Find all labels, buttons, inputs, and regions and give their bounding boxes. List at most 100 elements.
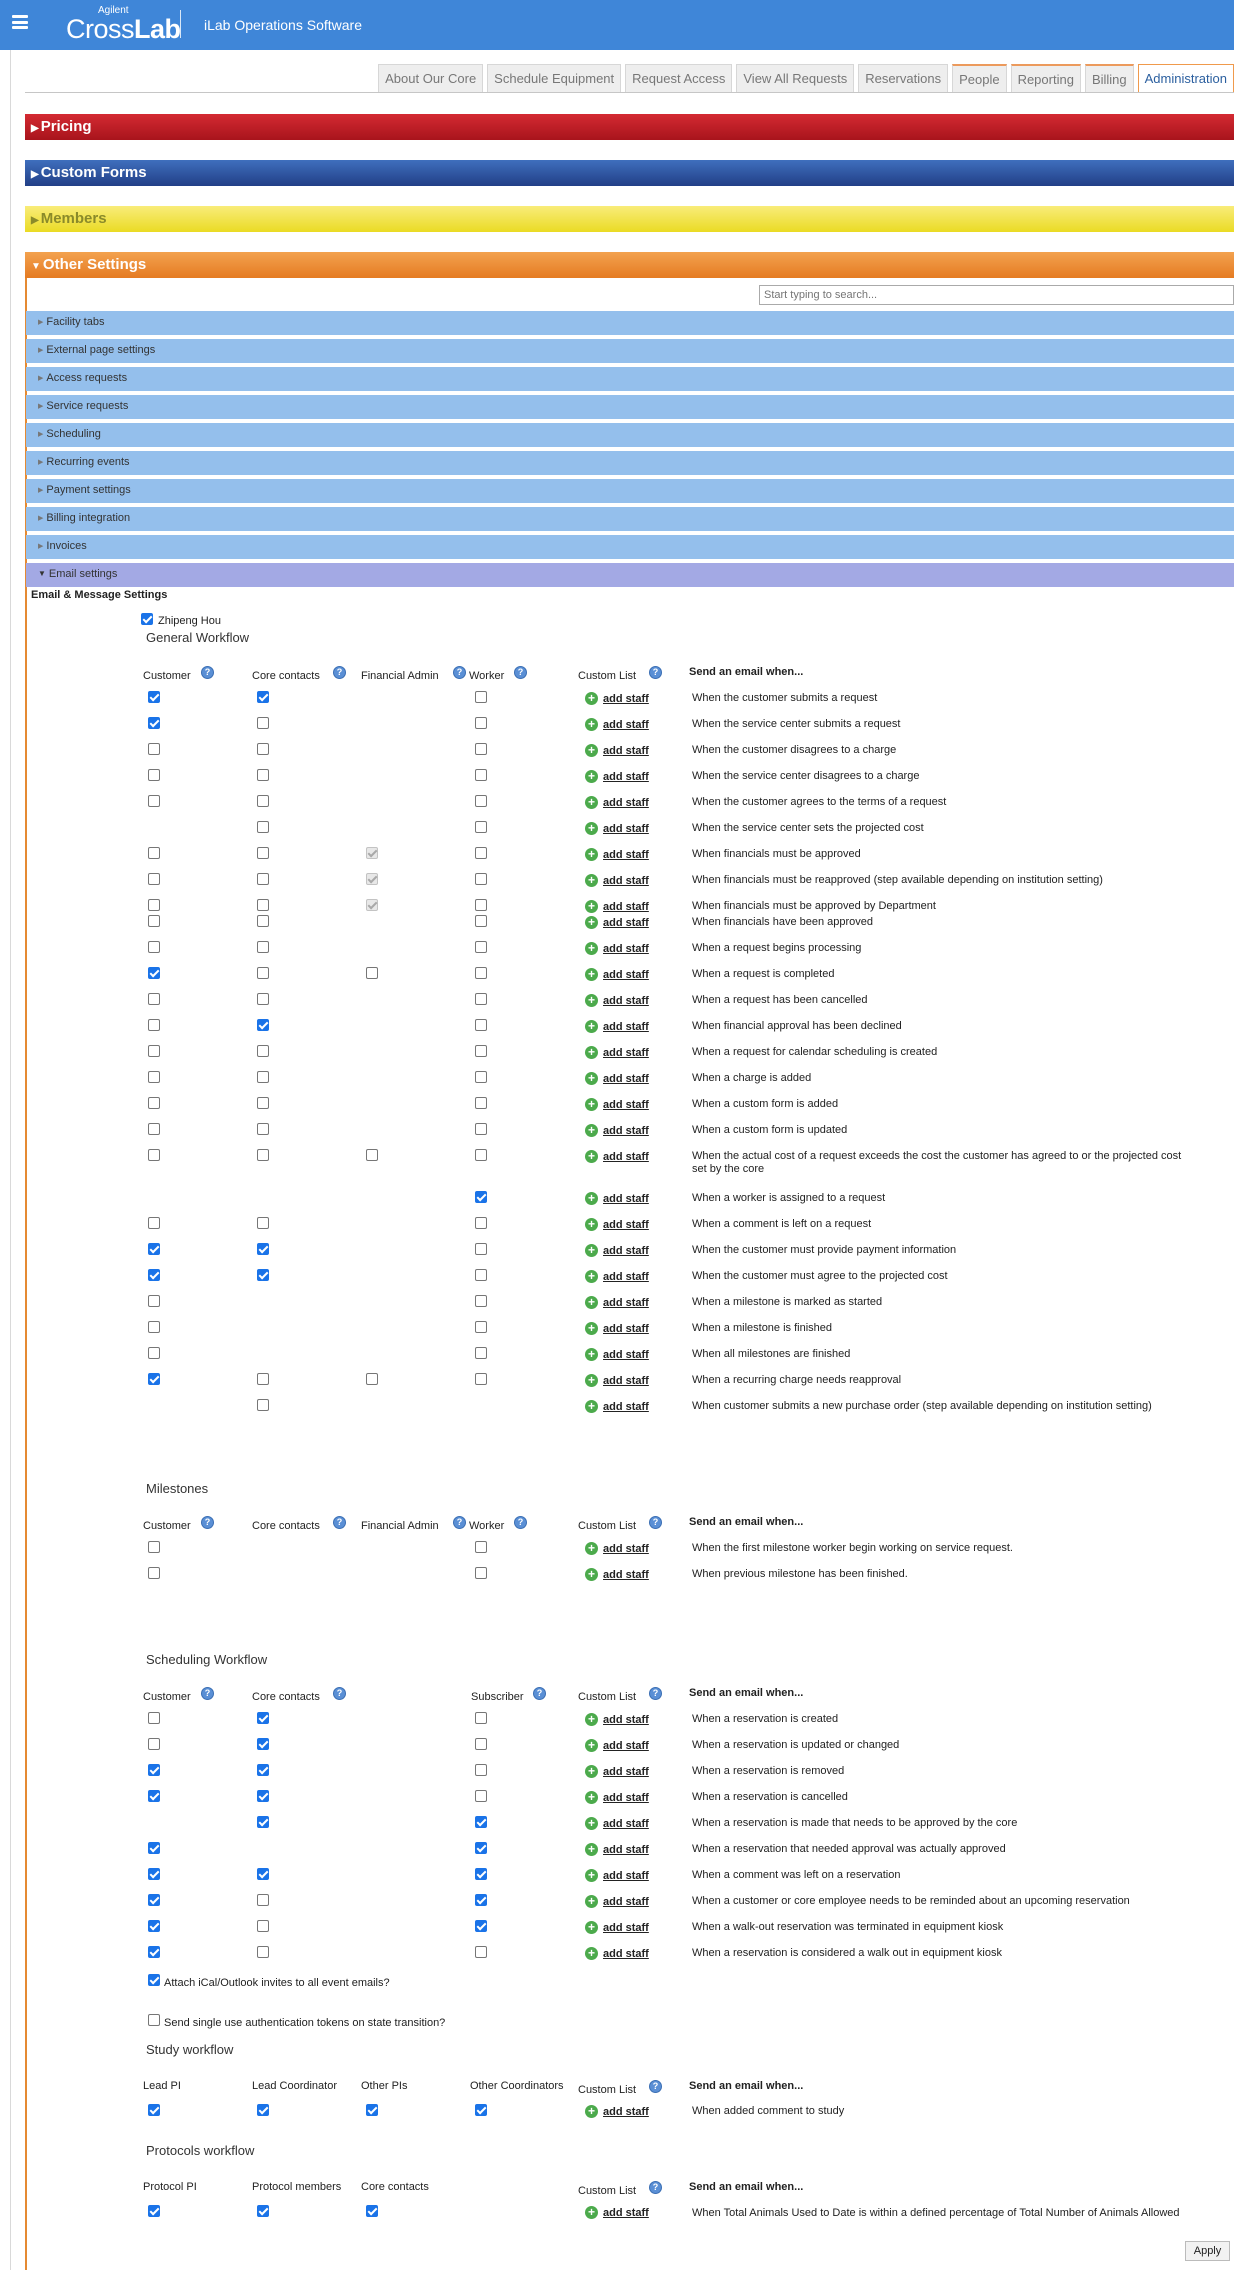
help-icon[interactable]: ? <box>333 666 346 679</box>
help-icon[interactable]: ? <box>649 2181 662 2194</box>
worker-checkbox[interactable] <box>475 847 487 859</box>
tab-people[interactable]: People <box>952 64 1007 92</box>
worker-checkbox[interactable] <box>475 1269 487 1281</box>
subsection-facility-tabs[interactable]: ▶ Facility tabs <box>26 311 1234 335</box>
add-staff-link[interactable]: add staff <box>603 1922 649 1934</box>
customer-checkbox[interactable] <box>148 1097 160 1109</box>
customer-checkbox[interactable] <box>148 873 160 885</box>
token-checkbox[interactable] <box>148 2014 160 2026</box>
settings-search-input[interactable] <box>759 285 1234 305</box>
worker-checkbox[interactable] <box>475 993 487 1005</box>
subsection-access-requests[interactable]: ▶ Access requests <box>26 367 1234 391</box>
add-staff-link[interactable]: add staff <box>603 1271 649 1283</box>
financial-admin-checkbox[interactable] <box>366 1149 378 1161</box>
worker-checkbox[interactable] <box>475 821 487 833</box>
customer-checkbox[interactable] <box>148 1946 160 1958</box>
worker-checkbox[interactable] <box>475 941 487 953</box>
core-contacts-checkbox[interactable] <box>257 1123 269 1135</box>
tab-schedule-equipment[interactable]: Schedule Equipment <box>487 64 622 92</box>
add-staff-link[interactable]: add staff <box>603 969 649 981</box>
core-contacts-checkbox[interactable] <box>257 1920 269 1932</box>
customer-checkbox[interactable] <box>148 1269 160 1281</box>
core-contacts-checkbox[interactable] <box>257 1764 269 1776</box>
worker-checkbox[interactable] <box>475 743 487 755</box>
core-contacts-checkbox[interactable] <box>257 1097 269 1109</box>
core-contacts-checkbox[interactable] <box>257 743 269 755</box>
customer-checkbox[interactable] <box>148 1243 160 1255</box>
subsection-scheduling[interactable]: ▶ Scheduling <box>26 423 1234 447</box>
worker-checkbox[interactable] <box>475 1541 487 1553</box>
core-contacts-checkbox[interactable] <box>257 993 269 1005</box>
customer-checkbox[interactable] <box>148 1894 160 1906</box>
add-staff-link[interactable]: add staff <box>603 1193 649 1205</box>
add-staff-link[interactable]: add staff <box>603 1125 649 1137</box>
section-custom-forms[interactable]: ▶ Custom Forms <box>25 160 1234 186</box>
add-staff-link[interactable]: add staff <box>603 1047 649 1059</box>
section-members[interactable]: ▶ Members <box>25 206 1234 232</box>
core-contacts-checkbox[interactable] <box>257 1816 269 1828</box>
add-staff-link[interactable]: add staff <box>603 1569 649 1581</box>
customer-checkbox[interactable] <box>148 769 160 781</box>
add-staff-link[interactable]: add staff <box>603 797 649 809</box>
add-staff-link[interactable]: add staff <box>603 849 649 861</box>
add-staff-link[interactable]: add staff <box>603 1543 649 1555</box>
core-contacts-checkbox[interactable] <box>257 821 269 833</box>
core-contacts-checkbox[interactable] <box>257 1045 269 1057</box>
worker-checkbox[interactable] <box>475 1071 487 1083</box>
core-contacts-checkbox[interactable] <box>257 1712 269 1724</box>
add-staff-link[interactable]: add staff <box>603 995 649 1007</box>
subscriber-checkbox[interactable] <box>475 1868 487 1880</box>
help-icon[interactable]: ? <box>514 1516 527 1529</box>
help-icon[interactable]: ? <box>201 1687 214 1700</box>
help-icon[interactable]: ? <box>453 1516 466 1529</box>
add-staff-link[interactable]: add staff <box>603 1245 649 1257</box>
add-staff-link[interactable]: add staff <box>603 1401 649 1413</box>
add-staff-link[interactable]: add staff <box>603 719 649 731</box>
customer-checkbox[interactable] <box>148 1764 160 1776</box>
add-staff-link[interactable]: add staff <box>603 2106 649 2118</box>
core-contacts-checkbox[interactable] <box>257 1399 269 1411</box>
add-staff-link[interactable]: add staff <box>603 2207 649 2219</box>
other-pis-checkbox[interactable] <box>366 2104 378 2116</box>
crosslab-logo[interactable]: Agilent CrossLab <box>66 6 181 43</box>
subscriber-checkbox[interactable] <box>475 1790 487 1802</box>
core-contacts-checkbox[interactable] <box>257 915 269 927</box>
add-staff-link[interactable]: add staff <box>603 1714 649 1726</box>
customer-checkbox[interactable] <box>148 1123 160 1135</box>
menu-icon[interactable] <box>12 15 28 29</box>
core-contacts-checkbox[interactable] <box>257 1217 269 1229</box>
customer-checkbox[interactable] <box>148 1019 160 1031</box>
customer-checkbox[interactable] <box>148 1295 160 1307</box>
subscriber-checkbox[interactable] <box>475 1712 487 1724</box>
help-icon[interactable]: ? <box>649 1687 662 1700</box>
add-staff-link[interactable]: add staff <box>603 917 649 929</box>
worker-checkbox[interactable] <box>475 1373 487 1385</box>
help-icon[interactable]: ? <box>453 666 466 679</box>
customer-checkbox[interactable] <box>148 899 160 911</box>
worker-checkbox[interactable] <box>475 1243 487 1255</box>
customer-checkbox[interactable] <box>148 1842 160 1854</box>
user-checkbox[interactable] <box>141 613 153 625</box>
subscriber-checkbox[interactable] <box>475 1946 487 1958</box>
core-contacts-checkbox[interactable] <box>257 1071 269 1083</box>
core-contacts-checkbox[interactable] <box>257 1243 269 1255</box>
subscriber-checkbox[interactable] <box>475 1764 487 1776</box>
ical-checkbox[interactable] <box>148 1974 160 1986</box>
section-other-settings[interactable]: ▼ Other Settings <box>25 252 1234 278</box>
core-contacts-checkbox[interactable] <box>257 1019 269 1031</box>
worker-checkbox[interactable] <box>475 691 487 703</box>
customer-checkbox[interactable] <box>148 993 160 1005</box>
add-staff-link[interactable]: add staff <box>603 1844 649 1856</box>
tab-view-all-requests[interactable]: View All Requests <box>736 64 855 92</box>
customer-checkbox[interactable] <box>148 1790 160 1802</box>
add-staff-link[interactable]: add staff <box>603 1219 649 1231</box>
add-staff-link[interactable]: add staff <box>603 1792 649 1804</box>
customer-checkbox[interactable] <box>148 1541 160 1553</box>
add-staff-link[interactable]: add staff <box>603 875 649 887</box>
apply-button[interactable]: Apply <box>1185 2241 1230 2261</box>
worker-checkbox[interactable] <box>475 873 487 885</box>
add-staff-link[interactable]: add staff <box>603 1766 649 1778</box>
core-contacts-checkbox[interactable] <box>257 967 269 979</box>
add-staff-link[interactable]: add staff <box>603 1021 649 1033</box>
worker-checkbox[interactable] <box>475 717 487 729</box>
